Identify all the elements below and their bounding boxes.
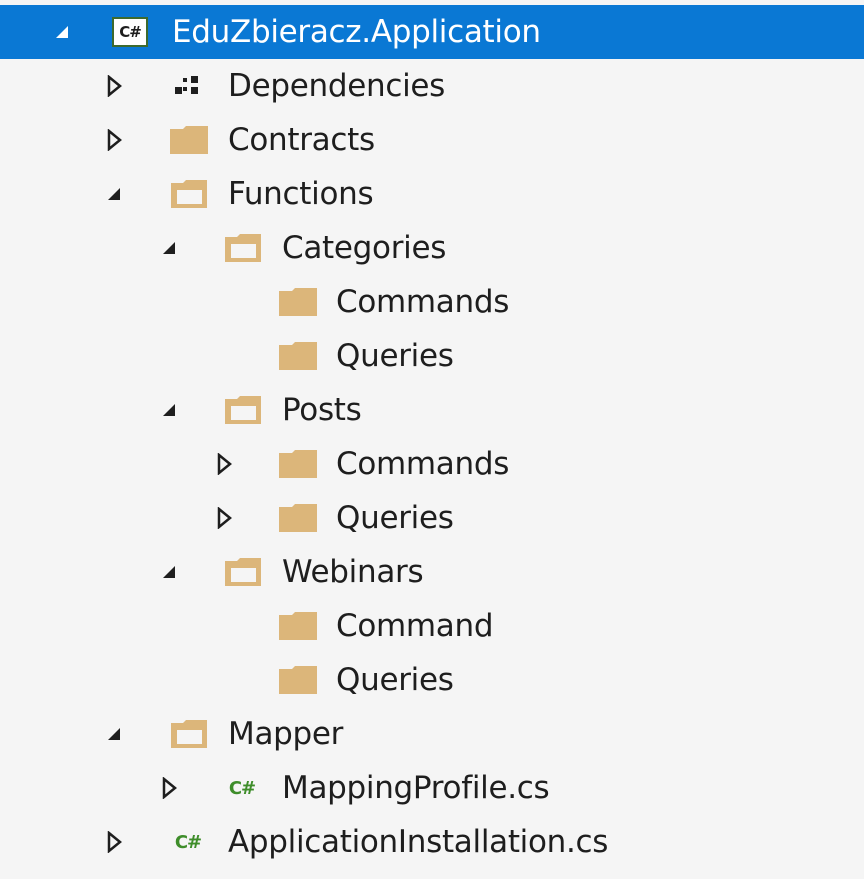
expand-arrow-icon[interactable] [100,815,128,869]
tree-node-posts-commands[interactable]: Commands [0,437,864,491]
tree-node-label: Functions [228,176,374,212]
csharp-file-icon: C# [228,777,256,799]
tree-node-label: MappingProfile.cs [282,770,550,806]
tree-node-label: Categories [282,230,447,266]
tree-node-application-installation[interactable]: C# ApplicationInstallation.cs [0,815,864,869]
tree-node-label: Commands [336,284,510,320]
tree-node-project[interactable]: C# EduZbieracz.Application [0,5,864,59]
collapse-arrow-icon[interactable] [48,5,76,59]
folder-closed-icon [274,275,322,329]
tree-node-mapping-profile[interactable]: C# MappingProfile.cs [0,761,864,815]
collapse-arrow-icon[interactable] [155,545,183,599]
tree-node-dependencies[interactable]: Dependencies [0,59,864,113]
collapse-arrow-icon[interactable] [100,707,128,761]
folder-closed-icon [165,113,213,167]
tree-node-webinars-command[interactable]: Command [0,599,864,653]
csharp-project-icon: C# [106,5,154,59]
folder-open-icon [219,545,267,599]
expand-arrow-icon[interactable] [100,59,128,113]
dependencies-icon [163,59,211,113]
tree-node-contracts[interactable]: Contracts [0,113,864,167]
tree-node-label: Dependencies [228,68,446,104]
folder-open-icon [165,707,213,761]
tree-node-label: Posts [282,392,362,428]
tree-node-label: Mapper [228,716,344,752]
folder-closed-icon [274,599,322,653]
expand-arrow-icon[interactable] [155,761,183,815]
tree-node-categories[interactable]: Categories [0,221,864,275]
tree-node-label: Queries [336,500,454,536]
tree-node-posts-queries[interactable]: Queries [0,491,864,545]
expand-arrow-icon[interactable] [210,437,238,491]
tree-node-label: Queries [336,662,454,698]
expand-arrow-icon[interactable] [100,113,128,167]
collapse-arrow-icon[interactable] [100,167,128,221]
tree-node-functions[interactable]: Functions [0,167,864,221]
folder-closed-icon [274,653,322,707]
expand-arrow-icon[interactable] [210,491,238,545]
tree-node-label: Webinars [282,554,424,590]
tree-node-categories-queries[interactable]: Queries [0,329,864,383]
tree-node-label: Commands [336,446,510,482]
folder-open-icon [165,167,213,221]
folder-closed-icon [274,329,322,383]
tree-node-categories-commands[interactable]: Commands [0,275,864,329]
solution-explorer-tree: C# EduZbieracz.Application Dependencies … [0,0,864,879]
tree-node-label: ApplicationInstallation.cs [228,824,609,860]
tree-node-label: Command [336,608,494,644]
collapse-arrow-icon[interactable] [155,383,183,437]
tree-node-webinars[interactable]: Webinars [0,545,864,599]
csharp-file-icon: C# [174,831,202,853]
tree-node-label: EduZbieracz.Application [172,14,541,50]
folder-closed-icon [274,437,322,491]
folder-open-icon [219,383,267,437]
tree-node-label: Contracts [228,122,375,158]
tree-node-label: Queries [336,338,454,374]
tree-node-webinars-queries[interactable]: Queries [0,653,864,707]
tree-node-mapper[interactable]: Mapper [0,707,864,761]
tree-node-posts[interactable]: Posts [0,383,864,437]
folder-open-icon [219,221,267,275]
folder-closed-icon [274,491,322,545]
collapse-arrow-icon[interactable] [155,221,183,275]
